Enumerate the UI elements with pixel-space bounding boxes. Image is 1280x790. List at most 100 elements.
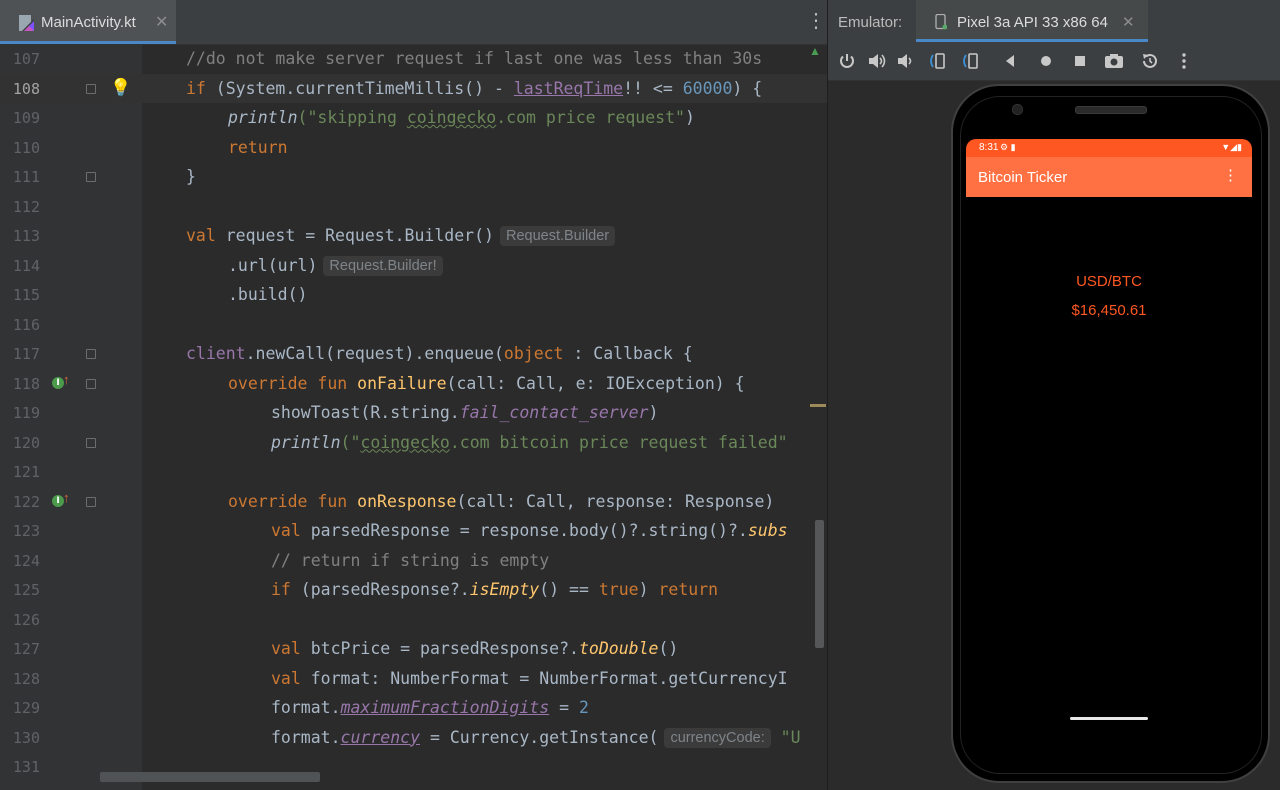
code-text: val request = Request.Builder() Request.B… [186, 226, 616, 246]
close-icon[interactable]: ✕ [1122, 13, 1135, 31]
code-line[interactable]: 126 [0, 605, 827, 635]
line-number: 127 [12, 640, 40, 658]
code-line[interactable]: 113 val request = Request.Builder() Reque… [0, 221, 827, 251]
rotate-left-icon [930, 53, 945, 69]
overview-button[interactable] [1067, 42, 1095, 80]
inlay-param-hint: currencyCode: [664, 727, 771, 748]
code-text: return [228, 137, 288, 157]
snapshot-icon [1143, 53, 1157, 68]
app-bar: Bitcoin Ticker ⋮ [966, 157, 1252, 197]
code-line[interactable]: 128 val format: NumberFormat = NumberFor… [0, 664, 827, 694]
status-bar: 8:31 ⚙ ▮ ▼◢▮ [966, 139, 1252, 157]
line-number: 115 [12, 286, 40, 304]
code-text: override fun onResponse(call: Call, resp… [228, 491, 775, 511]
code-line[interactable]: 112 [0, 192, 827, 222]
lightbulb-icon[interactable]: 💡 [110, 78, 131, 98]
code-line[interactable]: 109 println("skipping coingecko.com pric… [0, 103, 827, 133]
code-line[interactable]: 122 I ↑ override fun onResponse(call: Cal… [0, 487, 827, 517]
close-icon[interactable]: ✕ [155, 12, 168, 32]
code-line[interactable]: 111 } [0, 162, 827, 192]
code-line[interactable]: 117 client.newCall(request).enqueue(obje… [0, 339, 827, 369]
code-text: if (System.currentTimeMillis() - lastReq… [186, 78, 763, 98]
line-number: 131 [12, 758, 40, 776]
fold-marker-icon[interactable] [86, 496, 96, 507]
code-line[interactable]: 116 [0, 310, 827, 340]
code-text: format.maximumFractionDigits = 2 [271, 698, 589, 717]
phone-screen[interactable]: 8:31 ⚙ ▮ ▼◢▮ Bitcoin Ticker ⋮ USD/BTC $1… [966, 139, 1252, 749]
code-line[interactable]: 118 I ↑ override fun onFailure(call: Call… [0, 369, 827, 399]
volume-down-icon [898, 54, 912, 68]
code-text: val btcPrice = parsedResponse?.toDouble(… [271, 639, 679, 658]
code-line[interactable]: 124 // return if string is empty [0, 546, 827, 576]
fold-marker-icon[interactable] [86, 83, 96, 94]
power-button[interactable] [834, 42, 862, 80]
code-line[interactable]: 107 //do not make server request if last… [0, 44, 827, 74]
tab-filename: MainActivity.kt [41, 14, 136, 31]
horizontal-scrollbar[interactable] [100, 772, 320, 782]
home-button[interactable] [1033, 42, 1061, 80]
snapshot-button[interactable] [1136, 42, 1164, 80]
code-line[interactable]: 125 if (parsedResponse?.isEmpty() == tru… [0, 575, 827, 605]
vertical-scrollbar[interactable] [815, 520, 824, 648]
more-options-icon[interactable]: ⋮ [806, 11, 826, 31]
fold-marker-icon[interactable] [86, 378, 96, 389]
line-number: 114 [12, 256, 40, 275]
code-line[interactable]: 119 showToast(R.string.fail_contact_serv… [0, 398, 827, 428]
code-line[interactable]: 121 [0, 457, 827, 487]
line-number: 116 [12, 315, 40, 334]
overview-icon [1075, 56, 1085, 66]
status-time: 8:31 [979, 142, 999, 153]
status-signal-battery-icon: ▼◢▮ [1221, 142, 1242, 152]
screenshot-icon [1105, 54, 1123, 68]
fold-marker-icon[interactable] [86, 437, 96, 448]
fold-marker-icon[interactable] [86, 349, 96, 359]
code-line[interactable]: 110 return [0, 133, 827, 163]
rotate-right-button[interactable] [956, 42, 984, 80]
code-line[interactable]: 130 format.currency = Currency.getInstan… [0, 723, 827, 753]
code-line[interactable]: 123 val parsedResponse = response.body()… [0, 516, 827, 546]
more-button[interactable] [1171, 42, 1199, 80]
status-icons: ⚙ ▮ [1000, 142, 1016, 152]
kotlin-file-icon [19, 15, 34, 31]
line-number: 124 [12, 551, 40, 570]
code-line[interactable]: 129 format.maximumFractionDigits = 2 [0, 693, 827, 723]
warning-marker[interactable] [810, 404, 826, 407]
line-number: 129 [12, 699, 40, 717]
tab-device[interactable]: Pixel 3a API 33 x86 64 ✕ [916, 0, 1148, 42]
code-line-current[interactable]: 108 💡 if (System.currentTimeMillis() - l… [0, 73, 827, 103]
rotate-left-button[interactable] [923, 42, 951, 80]
gesture-nav-bar[interactable] [1070, 717, 1148, 720]
implements-method-icon[interactable]: I ↑ [52, 490, 70, 509]
tab-mainactivity[interactable]: MainActivity.kt ✕ [0, 0, 176, 44]
line-number: 120 [12, 433, 40, 452]
line-number: 111 [12, 168, 40, 186]
volume-up-button[interactable] [863, 42, 891, 80]
emulator-label: Emulator: [838, 14, 903, 31]
code-line[interactable]: 114 .url(url) Request.Builder! [0, 251, 827, 281]
implements-method-icon[interactable]: I ↑ [52, 372, 70, 391]
volume-up-icon [869, 54, 886, 68]
currency-pair-label: USD/BTC [1076, 273, 1142, 290]
code-text: client.newCall(request).enqueue(object :… [186, 344, 693, 363]
screenshot-button[interactable] [1100, 42, 1128, 80]
overflow-menu-icon[interactable]: ⋮ [1223, 167, 1238, 185]
code-text: println("coingecko.com bitcoin price req… [271, 432, 788, 452]
code-line[interactable]: 127 val btcPrice = parsedResponse?.toDou… [0, 634, 827, 664]
code-text: .build() [228, 285, 308, 304]
volume-down-button[interactable] [892, 42, 920, 80]
editor-tab-bar: MainActivity.kt ✕ ⋮ [0, 0, 827, 45]
code-text: } [186, 167, 196, 186]
back-icon [1006, 55, 1014, 67]
line-number: 110 [12, 138, 40, 157]
code-line[interactable]: 120 println("coingecko.com bitcoin price… [0, 428, 827, 458]
code-text: format.currency = Currency.getInstance(c… [271, 727, 801, 748]
scroll-up-arrow-icon[interactable]: ▲ [809, 44, 821, 58]
code-line[interactable]: 115 .build() [0, 280, 827, 310]
line-number: 126 [12, 610, 40, 629]
fold-marker-icon[interactable] [86, 172, 96, 182]
btc-price: $16,450.61 [1071, 302, 1147, 319]
back-button[interactable] [998, 42, 1026, 80]
code-editor[interactable]: MainActivity.kt ✕ ⋮ 107 //do not make se… [0, 0, 827, 790]
phone-device-icon [935, 14, 947, 30]
home-icon [1041, 56, 1051, 66]
